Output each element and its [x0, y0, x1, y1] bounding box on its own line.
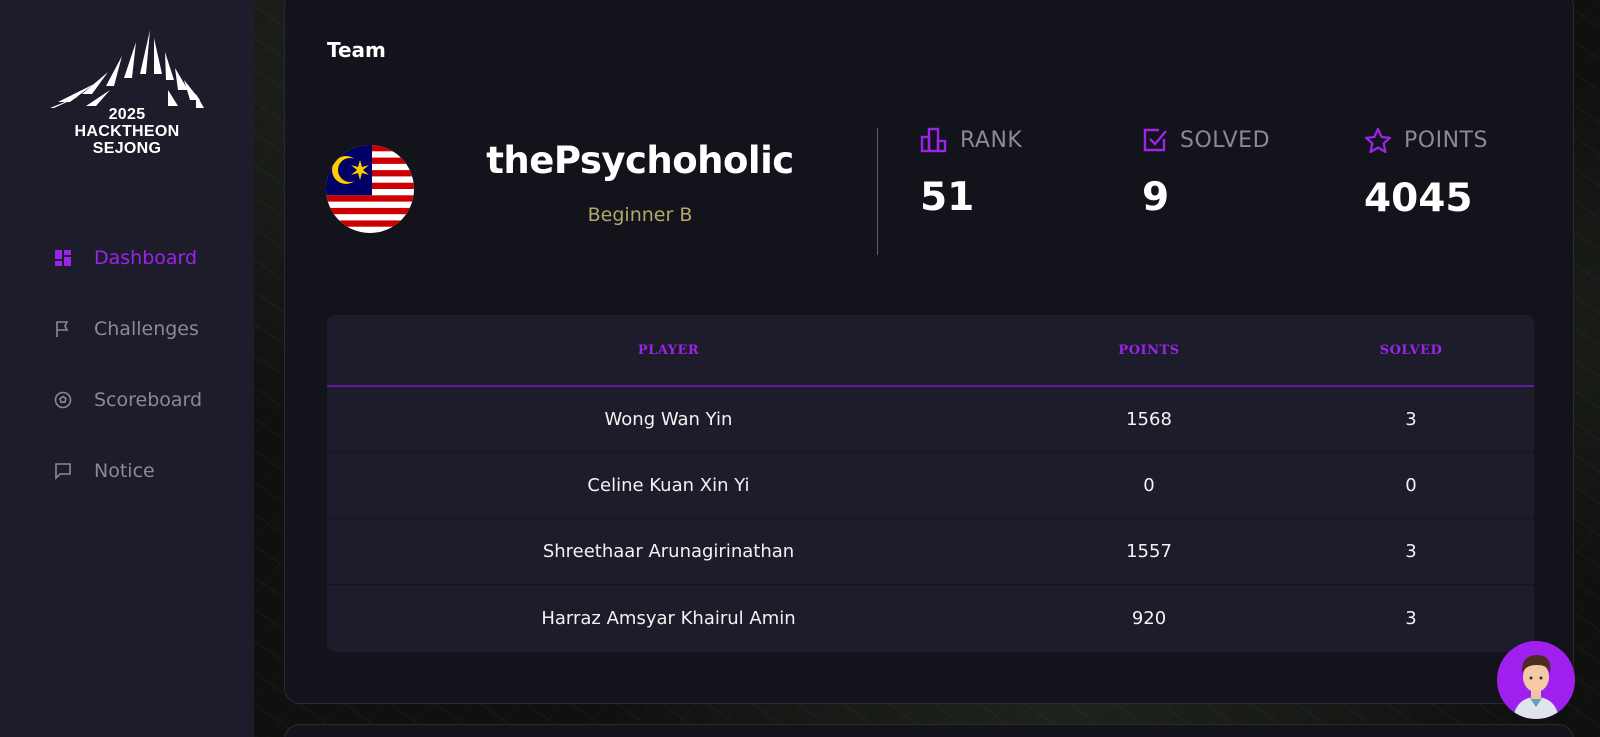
stat-rank-label: RANK: [960, 127, 1023, 153]
logo-year: 2025: [108, 106, 146, 123]
sidebar-item-label: Dashboard: [94, 246, 198, 269]
next-card: [284, 724, 1574, 737]
player-points: 920: [1131, 607, 1167, 629]
user-avatar-icon: [1513, 655, 1559, 719]
column-header-solved[interactable]: SOLVED: [1288, 343, 1534, 358]
logo-emblem-icon: [50, 30, 204, 108]
sidebar-item-dashboard[interactable]: Dashboard: [0, 222, 254, 293]
player-points: 0: [1143, 475, 1155, 496]
player-solved: 3: [1405, 409, 1417, 430]
column-header-points[interactable]: POINTS: [1010, 343, 1288, 358]
table-row: Harraz Amsyar Khairul Amin 920 3: [327, 585, 1534, 651]
player-name: Celine Kuan Xin Yi: [587, 475, 750, 496]
player-points: 1568: [1126, 409, 1172, 430]
stat-solved-value: 9: [1142, 175, 1170, 220]
sidebar-item-scoreboard[interactable]: Scoreboard: [0, 364, 254, 435]
stat-points-value: 4045: [1364, 176, 1473, 221]
stat-solved-label: SOLVED: [1180, 127, 1271, 153]
sidebar-item-label: Scoreboard: [94, 388, 203, 411]
sidebar-item-label: Challenges: [94, 317, 199, 340]
table-header: PLAYER POINTS SOLVED: [327, 315, 1534, 387]
column-header-player[interactable]: PLAYER: [327, 343, 1010, 358]
star-icon: [1364, 127, 1392, 154]
table-row: Wong Wan Yin 1568 3: [327, 387, 1534, 453]
sidebar-item-notice[interactable]: Notice: [0, 435, 254, 506]
flag-icon: [54, 320, 72, 338]
chat-avatar-button[interactable]: [1497, 641, 1575, 719]
player-name: Shreethaar Arunagirinathan: [542, 541, 795, 562]
sidebar-nav: Dashboard Challenges Scoreboard Notice: [0, 222, 254, 506]
player-solved: 3: [1405, 541, 1417, 562]
team-name: thePsychoholic: [486, 139, 794, 182]
team-card: Team thePsychoholic Beginner B RANK 51 S…: [284, 0, 1574, 704]
checkbox-icon: [1143, 128, 1167, 152]
dashboard-icon: [54, 249, 72, 267]
hacktheon-logo[interactable]: 2025 HACKTHEON SEJONG: [50, 28, 204, 160]
section-title: Team: [327, 38, 386, 62]
message-icon: [54, 462, 72, 480]
soccer-ball-icon: [54, 391, 72, 409]
team-division: Beginner B: [587, 204, 693, 226]
logo-subtitle: SEJONG: [92, 140, 162, 157]
bar-chart-icon: [920, 127, 947, 153]
sidebar-item-label: Notice: [94, 459, 155, 482]
divider: [877, 128, 878, 255]
player-name: Wong Wan Yin: [604, 409, 733, 430]
stat-solved: SOLVED 9: [1142, 127, 1271, 221]
player-solved: 0: [1405, 475, 1417, 496]
player-points: 1557: [1126, 541, 1172, 562]
player-solved: 3: [1405, 607, 1417, 629]
stat-rank: RANK 51: [920, 127, 1023, 221]
stat-points-label: POINTS: [1404, 128, 1488, 153]
table-row: Shreethaar Arunagirinathan 1557 3: [327, 519, 1534, 585]
malaysia-flag-icon: [326, 145, 414, 233]
sidebar-item-challenges[interactable]: Challenges: [0, 293, 254, 364]
stat-rank-value: 51: [920, 175, 975, 220]
player-name: Harraz Amsyar Khairul Amin: [541, 607, 796, 629]
stat-points: POINTS 4045: [1364, 127, 1488, 221]
table-row: Celine Kuan Xin Yi 0 0: [327, 453, 1534, 519]
players-table: PLAYER POINTS SOLVED Wong Wan Yin 1568 3…: [327, 315, 1534, 652]
sidebar: 2025 HACKTHEON SEJONG Dashboard Challeng…: [0, 0, 254, 737]
logo-title: HACKTHEON: [74, 123, 180, 140]
